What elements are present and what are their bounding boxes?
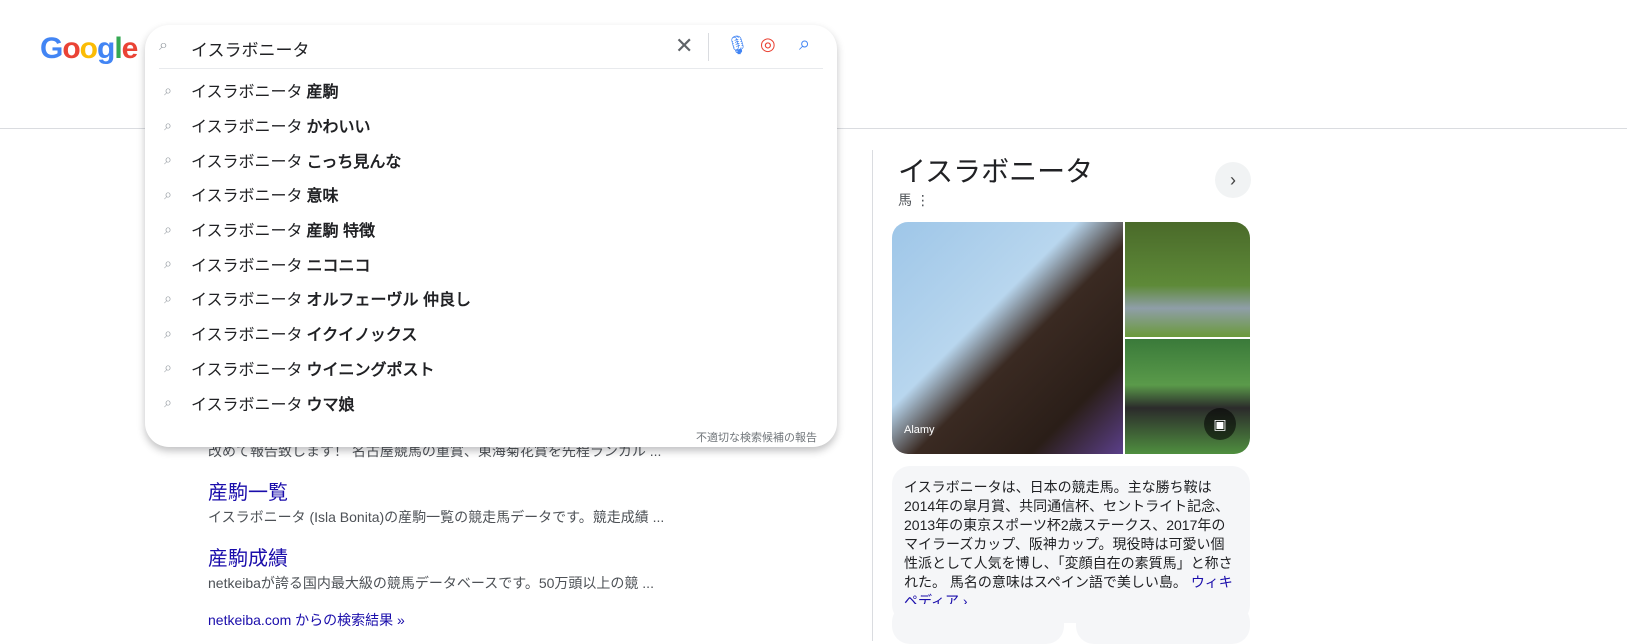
suggestion-prefix: イスラボニータ	[191, 84, 303, 102]
search-submit-icon[interactable]: ⌕	[799, 33, 810, 56]
chevron-right-icon: ›	[1230, 170, 1236, 190]
search-input[interactable]: ⌕ イスラボニータ ✕ 🎙 ◎ ⌕	[145, 25, 837, 69]
knowledge-panel-description: イスラボニータは、日本の競走馬。主な勝ち鞍は2014年の皐月賞、共同通信杯、セン…	[892, 466, 1250, 623]
knowledge-panel-title: イスラボニータ	[898, 156, 1094, 187]
suggestion-item[interactable]: ⌕ イスラボニータ ニコニコ	[145, 246, 837, 281]
divider	[708, 33, 709, 61]
image-icon[interactable]: ▣	[1204, 408, 1236, 440]
search-icon: ⌕	[164, 81, 172, 98]
google-logo[interactable]: Google	[40, 32, 138, 66]
suggestion-prefix: イスラボニータ	[191, 292, 303, 310]
image-credit: Alamy	[904, 424, 935, 436]
suggestion-completion: 産駒 特徴	[306, 223, 375, 241]
suggestion-prefix: イスラボニータ	[191, 327, 303, 345]
image-gallery[interactable]: Alamy ▣	[892, 222, 1250, 454]
search-query[interactable]: イスラボニータ	[191, 36, 310, 61]
result-snippet: イスラボニータ (Isla Bonita)の産駒一覧の競走馬データです。競走成績…	[208, 509, 665, 525]
next-button[interactable]: ›	[1215, 162, 1251, 198]
result-link[interactable]: 産駒一覧	[208, 480, 828, 506]
horse-image[interactable]: Alamy	[892, 222, 1123, 454]
search-icon: ⌕	[164, 255, 172, 272]
suggestion-completion: イクイノックス	[306, 327, 418, 345]
suggestion-list: ⌕ イスラボニータ 産駒 ⌕ イスラボニータ かわいい ⌕ イスラボニータ こっち見んな ⌕ イスラ…	[145, 73, 837, 420]
search-icon: ⌕	[164, 324, 172, 341]
suggestion-completion: ニコニコ	[306, 257, 371, 275]
more-results-link[interactable]: netkeiba.com からの検索結果 »	[208, 610, 828, 630]
suggestion-item[interactable]: ⌕ イスラボニータ ウマ娘	[145, 385, 837, 420]
suggestion-item[interactable]: ⌕ イスラボニータ ウイニングポスト	[145, 351, 837, 386]
search-results: 改めて報告致します！ 名古屋競馬の重賞、東海菊花賞を先程ランカル ... 産駒一…	[208, 440, 828, 630]
suggestion-completion: こっち見んな	[306, 153, 402, 171]
suggestion-completion: ウイニングポスト	[306, 361, 435, 379]
suggestion-item[interactable]: ⌕ イスラボニータ かわいい	[145, 108, 837, 143]
suggestion-prefix: イスラボニータ	[191, 119, 303, 137]
knowledge-panel-subtitle: 馬 ⋮	[898, 192, 930, 208]
panel-chip[interactable]	[892, 604, 1064, 644]
suggestion-completion: ウマ娘	[306, 396, 355, 414]
suggestion-prefix: イスラボニータ	[191, 223, 303, 241]
suggestion-completion: かわいい	[306, 119, 371, 137]
search-icon: ⌕	[164, 116, 172, 133]
horse-image[interactable]: ▣	[1125, 339, 1250, 454]
suggestion-item[interactable]: ⌕ イスラボニータ 意味	[145, 177, 837, 212]
camera-lens-icon[interactable]: ◎	[760, 34, 776, 55]
suggestion-item[interactable]: ⌕ イスラボニータ こっち見んな	[145, 142, 837, 177]
search-icon: ⌕	[164, 289, 172, 306]
suggestion-prefix: イスラボニータ	[191, 396, 303, 414]
search-icon: ⌕	[164, 220, 172, 237]
report-suggestions-link[interactable]: 不適切な検索候補の報告	[696, 429, 817, 445]
result-link[interactable]: 産駒成績	[208, 546, 828, 572]
suggestion-prefix: イスラボニータ	[191, 257, 303, 275]
suggestion-item[interactable]: ⌕ イスラボニータ イクイノックス	[145, 316, 837, 351]
suggestion-completion: オルフェーヴル 仲良し	[306, 292, 471, 310]
suggestion-prefix: イスラボニータ	[191, 188, 303, 206]
panel-chip[interactable]	[1076, 604, 1250, 644]
suggestion-completion: 意味	[306, 188, 339, 206]
suggestion-prefix: イスラボニータ	[191, 361, 303, 379]
horse-image[interactable]	[1125, 222, 1250, 337]
panel-divider	[872, 150, 873, 641]
divider	[159, 68, 823, 69]
search-icon: ⌕	[159, 37, 168, 54]
suggestion-item[interactable]: ⌕ イスラボニータ オルフェーヴル 仲良し	[145, 281, 837, 316]
search-box-dropdown: ⌕ イスラボニータ ✕ 🎙 ◎ ⌕ ⌕ イスラボニータ 産駒 ⌕ イスラボニータ かわいい…	[145, 25, 837, 447]
search-icon: ⌕	[164, 359, 172, 376]
suggestion-item[interactable]: ⌕ イスラボニータ 産駒	[145, 73, 837, 108]
microphone-icon[interactable]: 🎙	[726, 35, 749, 56]
search-icon: ⌕	[164, 151, 172, 168]
search-icon: ⌕	[164, 394, 172, 411]
suggestion-item[interactable]: ⌕ イスラボニータ 産駒 特徴	[145, 212, 837, 247]
more-options-icon[interactable]: ⋮	[916, 192, 930, 208]
result-snippet: netkeibaが誇る国内最大級の競馬データベースです。50万頭以上の競 ...	[208, 575, 654, 591]
suggestion-prefix: イスラボニータ	[191, 153, 303, 171]
clear-icon[interactable]: ✕	[675, 33, 693, 59]
suggestion-completion: 産駒	[306, 84, 339, 102]
search-icon: ⌕	[164, 185, 172, 202]
